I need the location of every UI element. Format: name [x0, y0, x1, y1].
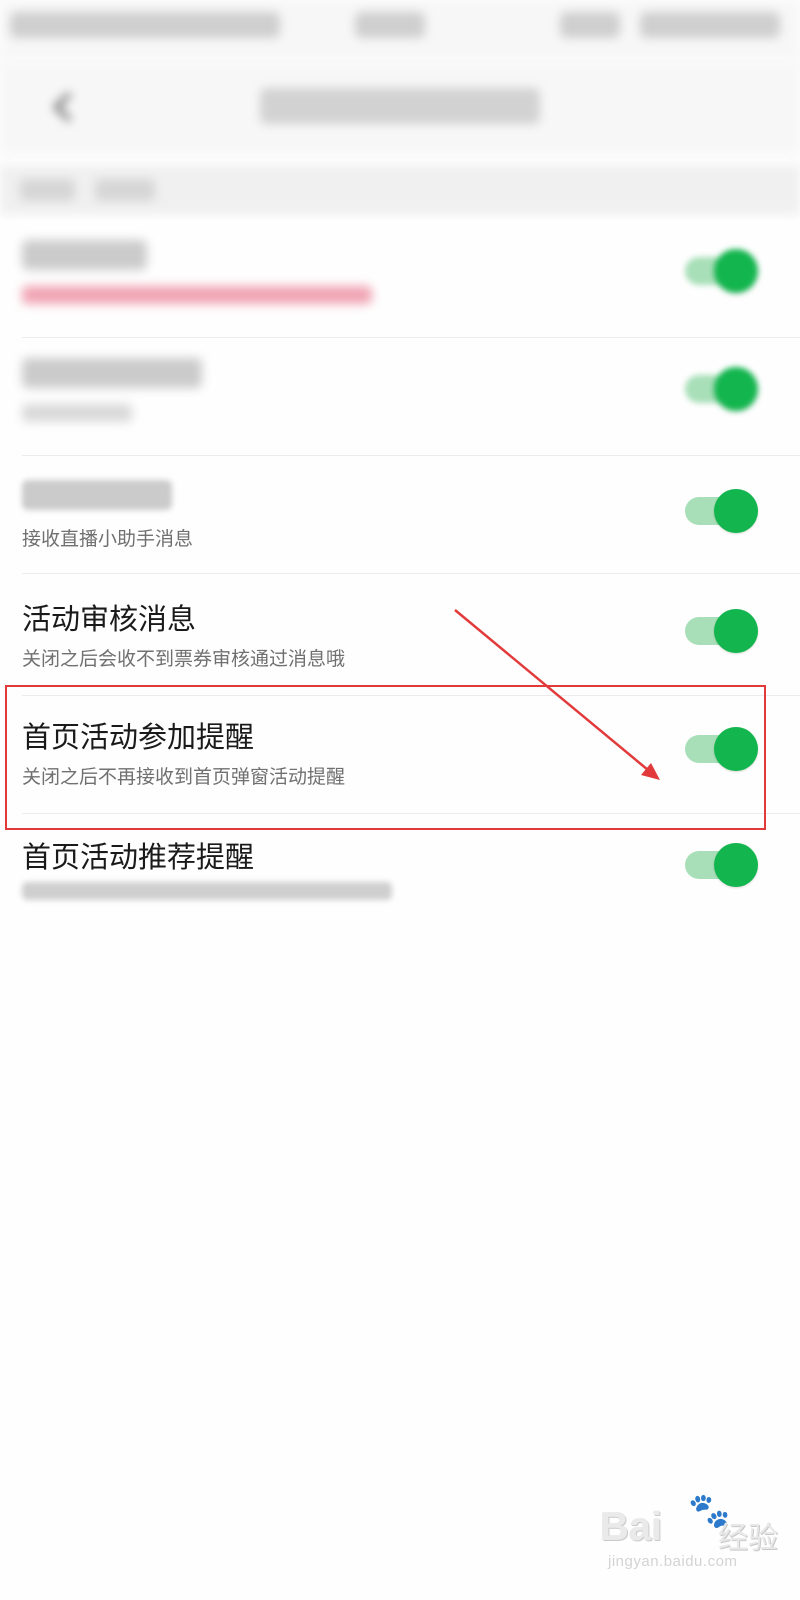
section-header — [0, 165, 800, 215]
setting-row-live-assistant: 接收直播小助手消息 — [0, 456, 800, 574]
toggle-knob — [714, 609, 758, 653]
divider — [22, 573, 800, 574]
network-icon — [560, 12, 620, 38]
toggle-knob — [714, 489, 758, 533]
watermark-logo: Bai — [600, 1505, 663, 1549]
setting-row-activity-review: 活动审核消息 关闭之后会收不到票券审核通过消息哦 — [0, 578, 800, 696]
setting-subtitle — [22, 286, 372, 304]
status-left-info — [10, 12, 280, 38]
back-arrow-icon[interactable] — [46, 90, 80, 124]
setting-row-blurred-1 — [0, 220, 800, 338]
section-label — [20, 179, 75, 201]
setting-title — [22, 358, 202, 388]
toggle-switch[interactable] — [685, 364, 758, 414]
annotation-highlight-box — [5, 685, 766, 830]
toggle-knob — [714, 367, 758, 411]
setting-title: 活动审核消息 — [22, 602, 197, 636]
toggle-knob — [714, 249, 758, 293]
watermark-brand: 经验 — [718, 1521, 778, 1556]
nav-bar — [0, 60, 800, 155]
setting-title: 首页活动推荐提醒 — [22, 840, 255, 874]
setting-title — [22, 480, 172, 510]
setting-row-blurred-2 — [0, 338, 800, 456]
setting-title — [22, 240, 147, 270]
toggle-knob — [714, 843, 758, 887]
setting-subtitle — [22, 882, 392, 900]
setting-subtitle — [22, 404, 132, 422]
watermark-url: jingyan.baidu.com — [608, 1553, 738, 1570]
toggle-switch[interactable] — [685, 246, 758, 296]
page-title — [260, 88, 540, 124]
setting-subtitle: 接收直播小助手消息 — [22, 528, 194, 550]
section-label-2 — [95, 179, 155, 201]
status-bar — [0, 0, 800, 60]
setting-row-home-activity-recommend: 首页活动推荐提醒 — [0, 816, 800, 934]
battery-icon — [640, 12, 780, 38]
setting-subtitle: 关闭之后会收不到票券审核通过消息哦 — [22, 648, 346, 670]
watermark: Bai 🐾 经验 jingyan.baidu.com — [600, 1491, 790, 1585]
status-time — [355, 12, 425, 38]
toggle-switch[interactable] — [685, 486, 758, 536]
toggle-switch[interactable] — [685, 606, 758, 656]
toggle-switch[interactable] — [685, 840, 758, 890]
